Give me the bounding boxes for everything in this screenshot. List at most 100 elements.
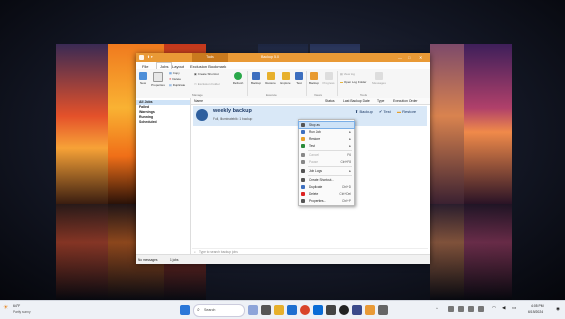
restore-icon xyxy=(266,72,275,80)
start-icon[interactable] xyxy=(180,305,190,315)
minimize-button[interactable]: — xyxy=(398,55,402,60)
check-icon: ✔ xyxy=(379,109,383,114)
backup-button[interactable]: Backup xyxy=(250,72,262,85)
title-bar[interactable]: ⬆ ▾ Tools Backup 5.0 — □ ✕ xyxy=(136,53,430,62)
app-icon[interactable] xyxy=(339,305,349,315)
context-menu-item[interactable]: Restore ▸ xyxy=(299,136,354,142)
delete-button[interactable]: ✕ Delete xyxy=(169,77,181,81)
context-menu-item[interactable]: Run Job ▸ xyxy=(299,129,354,135)
sidebar: All Jobs Failed Warnings Running Schedul… xyxy=(136,98,191,254)
ribbon-separator xyxy=(337,71,338,96)
tray-icon[interactable] xyxy=(468,306,474,312)
view-log-button[interactable]: ▤ View log xyxy=(340,72,355,76)
maximize-button[interactable]: □ xyxy=(408,55,410,60)
menu-separator xyxy=(308,175,352,176)
volume-icon[interactable]: ◀ xyxy=(502,305,505,311)
test-button[interactable]: Test xyxy=(294,72,304,85)
sidebar-item-scheduled[interactable]: Scheduled xyxy=(136,120,190,125)
ribbon: New Properties ▦ Copy ✕ Delete ▤ Duplica… xyxy=(136,69,430,99)
task-view-icon[interactable] xyxy=(261,305,271,315)
clock-date[interactable]: 6/19/2024 xyxy=(528,310,543,314)
context-menu-item[interactable]: Job Logs ▸ xyxy=(299,168,354,174)
group-label-execute: Execute xyxy=(266,93,277,97)
context-menu: Stop as Run Job ▸ Restore ▸ Test ▸ Cancel F6 Paus… xyxy=(298,119,355,206)
taskbar-search-label: Search xyxy=(204,308,216,312)
backup-app-icon[interactable] xyxy=(365,305,375,315)
tray-icon[interactable] xyxy=(448,306,454,312)
context-menu-item[interactable]: Stop as xyxy=(298,121,355,129)
job-restore-link[interactable]: ▬ Restore xyxy=(397,109,416,114)
submenu-arrow-icon: ▸ xyxy=(349,144,351,148)
submenu-arrow-icon: ▸ xyxy=(349,169,351,173)
close-button[interactable]: ✕ xyxy=(419,55,422,60)
col-type[interactable]: Type xyxy=(377,99,384,103)
taskbar-search[interactable]: ⌕ Search xyxy=(193,304,245,317)
app-icon[interactable] xyxy=(326,305,336,315)
refresh-button[interactable]: Refresh xyxy=(232,72,244,85)
test-icon xyxy=(295,72,303,80)
context-menu-item[interactable]: Duplicate Ctrl+D xyxy=(299,184,354,190)
contextual-tab-label[interactable]: Tools xyxy=(192,53,228,62)
weather-icon[interactable]: ☀ xyxy=(3,304,8,311)
context-menu-item-label: Pause xyxy=(309,160,319,164)
col-last-backup[interactable]: Last Backup Date xyxy=(343,99,370,103)
messages-button[interactable]: Messages xyxy=(371,72,387,85)
context-menu-item[interactable]: Properties... Ctrl+P xyxy=(299,198,354,204)
col-name[interactable]: Name xyxy=(194,99,203,103)
context-menu-item[interactable]: Test ▸ xyxy=(299,143,354,149)
app-icon[interactable] xyxy=(352,305,362,315)
app-icon[interactable] xyxy=(378,305,388,315)
duplicate-button[interactable]: ▤ Duplicate xyxy=(169,83,185,87)
clock-time[interactable]: 4:05 PM xyxy=(531,304,544,308)
backup-view-button[interactable]: Backup xyxy=(308,72,320,85)
restore-button[interactable]: Restore xyxy=(264,72,277,85)
group-label-manage: Manage xyxy=(192,93,203,97)
context-menu-item[interactable]: Delete Ctrl+Del xyxy=(299,191,354,197)
job-icon xyxy=(196,109,208,121)
context-menu-item[interactable]: Pause Ctrl+F8 xyxy=(299,159,354,165)
group-label-tools: Tools xyxy=(360,93,368,97)
battery-icon[interactable]: ▭ xyxy=(512,305,516,311)
context-menu-shortcut: Ctrl+F8 xyxy=(340,160,351,164)
context-menu-item-label: Test xyxy=(309,144,315,148)
create-shortcut-button[interactable]: ▣ Create Shortcut xyxy=(194,72,219,76)
quick-access-icon[interactable]: ⬆ ▾ xyxy=(147,55,153,59)
menu-exclusion-bookmark[interactable]: Exclusion Bookmark xyxy=(190,64,226,69)
file-explorer-icon[interactable] xyxy=(274,305,284,315)
wallpaper-reflection xyxy=(56,204,108,300)
wifi-icon[interactable]: ◠ xyxy=(492,305,496,311)
context-menu-item[interactable]: Create Shortcut... xyxy=(299,177,354,183)
status-bar: No messages 1 jobs xyxy=(136,254,430,264)
col-status[interactable]: Status xyxy=(325,99,335,103)
menu-item-icon xyxy=(301,153,305,157)
menu-layout[interactable]: Layout xyxy=(172,64,184,69)
tray-icon[interactable] xyxy=(478,306,484,312)
context-menu-shortcut: F6 xyxy=(347,153,351,157)
properties-button[interactable]: Properties xyxy=(150,72,166,87)
job-backup-link[interactable]: ⬆ Backup xyxy=(355,109,373,114)
context-menu-item[interactable]: Cancel F6 xyxy=(299,152,354,158)
open-log-folder-button[interactable]: ▬ Open Log Folder xyxy=(340,80,366,84)
job-test-link[interactable]: ✔ Test xyxy=(379,109,391,114)
weather-temp[interactable]: 64°F xyxy=(13,304,20,308)
menu-item-icon xyxy=(301,144,305,148)
widgets-icon[interactable] xyxy=(248,305,258,315)
copy-button[interactable]: ▦ Copy xyxy=(169,71,180,75)
tray-icon[interactable] xyxy=(458,306,464,312)
context-menu-shortcut: Ctrl+P xyxy=(342,199,351,203)
exclusion-folder-button[interactable]: ▭ Exclusion Folder xyxy=(194,82,220,86)
menu-item-icon xyxy=(301,185,305,189)
explore-button[interactable]: Explore xyxy=(279,72,292,85)
menu-file[interactable]: File xyxy=(142,64,148,69)
col-execution-order[interactable]: Execution Order xyxy=(393,99,418,103)
search-icon: ⌕ xyxy=(194,249,196,254)
edge-icon[interactable] xyxy=(287,305,297,315)
mail-icon[interactable] xyxy=(313,305,323,315)
tray-chevron-icon[interactable]: ^ xyxy=(436,306,438,311)
wallpaper-panel xyxy=(430,44,464,204)
new-button[interactable]: New xyxy=(138,72,148,85)
submenu-arrow-icon: ▸ xyxy=(349,137,351,141)
notification-icon[interactable]: ◉ xyxy=(556,306,560,312)
chrome-icon[interactable] xyxy=(300,305,310,315)
progress-button[interactable]: Progress xyxy=(321,72,336,85)
